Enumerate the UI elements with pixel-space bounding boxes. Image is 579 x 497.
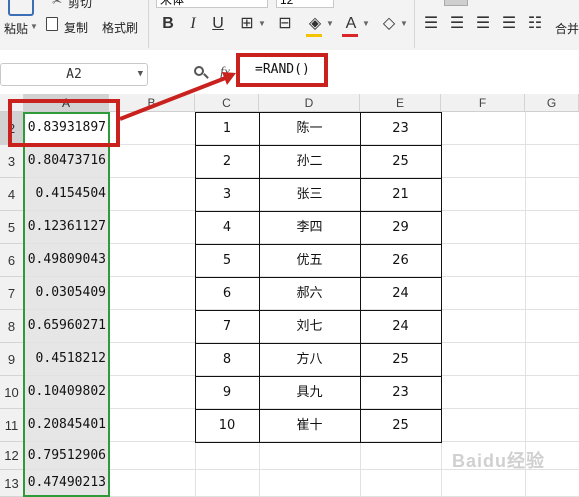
annotation-arrow xyxy=(119,72,236,121)
watermark: Baidu经验 xyxy=(452,451,546,471)
